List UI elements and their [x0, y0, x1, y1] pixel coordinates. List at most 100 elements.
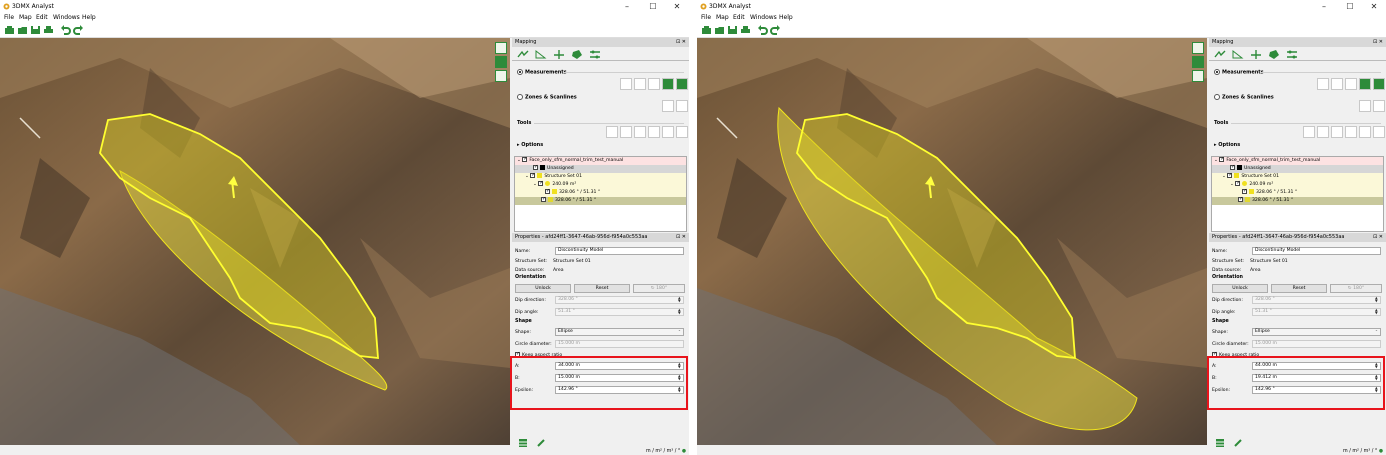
tool-2-button[interactable]: [1317, 126, 1329, 138]
scanline-tool-button[interactable]: [1373, 100, 1385, 112]
open-folder-icon[interactable]: [714, 25, 725, 35]
tool-3-button[interactable]: [1331, 126, 1343, 138]
polyline-tool-button[interactable]: [648, 78, 660, 90]
radio-indicator[interactable]: [517, 69, 523, 75]
menu-windows[interactable]: Windows: [53, 14, 80, 21]
save-icon[interactable]: [30, 25, 41, 35]
line-tool-button[interactable]: [620, 78, 632, 90]
name-input[interactable]: Discontinuity Model: [555, 247, 684, 255]
unlock-button[interactable]: Unlock: [1212, 284, 1268, 293]
redo-icon[interactable]: [770, 25, 781, 35]
tab-settings-icon[interactable]: [588, 49, 602, 60]
close-button[interactable]: ✕: [672, 2, 682, 11]
radio-indicator[interactable]: [1214, 94, 1220, 100]
panel-float-close-icon[interactable]: ⊡ ✕: [676, 38, 686, 47]
spin-arrows-icon[interactable]: ▲ ▼: [678, 296, 682, 303]
layers-icon[interactable]: [1215, 438, 1225, 448]
print-icon[interactable]: [43, 25, 54, 35]
tab-measure-icon[interactable]: [516, 49, 530, 60]
tool-6-button[interactable]: [1373, 126, 1385, 138]
reset-button[interactable]: Reset: [1271, 284, 1327, 293]
layers-icon[interactable]: [518, 438, 528, 448]
checkbox[interactable]: [533, 163, 538, 171]
new-project-icon[interactable]: [701, 25, 712, 35]
point-tool-button[interactable]: [676, 78, 688, 90]
tab-angle-icon[interactable]: [1231, 49, 1245, 60]
panel-float-close-icon[interactable]: ⊡ ✕: [676, 233, 686, 242]
checkbox[interactable]: [1238, 195, 1243, 203]
open-folder-icon[interactable]: [17, 25, 28, 35]
3d-viewport[interactable]: [0, 38, 510, 445]
tool-4-button[interactable]: [1345, 126, 1357, 138]
tab-polygon-icon[interactable]: [1267, 49, 1281, 60]
info-icon[interactable]: ●: [1379, 449, 1383, 454]
menu-map[interactable]: Map: [19, 14, 32, 21]
dip-direction-input[interactable]: 328.06 ° ▲ ▼: [1252, 296, 1381, 304]
menu-windows[interactable]: Windows: [750, 14, 777, 21]
zone-tool-button[interactable]: [662, 100, 674, 112]
circle-diameter-input[interactable]: 15.000 m: [555, 340, 684, 348]
3d-viewport[interactable]: [697, 38, 1207, 445]
tab-measure-icon[interactable]: [1213, 49, 1227, 60]
line-tool-button[interactable]: [1317, 78, 1329, 90]
dip-angle-input[interactable]: 51.31 ° ▲ ▼: [1252, 308, 1381, 316]
tree-row-model[interactable]: ⌄ Face_only_sfm_normal_trim_test_manual: [515, 155, 686, 165]
maximize-button[interactable]: ☐: [648, 2, 658, 11]
tool-1-button[interactable]: [606, 126, 618, 138]
plane-tool-button[interactable]: [662, 78, 674, 90]
undo-icon[interactable]: [757, 25, 768, 35]
checkbox[interactable]: [541, 195, 546, 203]
minimize-button[interactable]: –: [1319, 2, 1329, 11]
dip-direction-input[interactable]: 328.06 ° ▲ ▼: [555, 296, 684, 304]
tree-row-disc-model[interactable]: 328.06 ° / 51.31 °: [1212, 195, 1383, 205]
plane-tool-button[interactable]: [1359, 78, 1371, 90]
checkbox[interactable]: [538, 179, 544, 187]
tree-row-orientation[interactable]: 328.06 ° / 51.31 °: [1212, 187, 1383, 197]
flip-180-button[interactable]: ↻ 180°: [1330, 284, 1382, 293]
reset-button[interactable]: Reset: [574, 284, 630, 293]
dip-angle-input[interactable]: 51.31 ° ▲ ▼: [555, 308, 684, 316]
checkbox[interactable]: [545, 187, 550, 195]
checkbox[interactable]: [522, 155, 528, 163]
options-expander[interactable]: ▸ Options: [1214, 142, 1240, 148]
scanline-tool-button[interactable]: [676, 100, 688, 112]
tab-axes-icon[interactable]: [1249, 49, 1263, 60]
checkbox[interactable]: [1235, 179, 1241, 187]
menu-edit[interactable]: Edit: [36, 14, 48, 21]
tree-row-orientation[interactable]: 328.06 ° / 51.31 °: [515, 187, 686, 197]
shape-select[interactable]: Ellipse ⌄: [1252, 328, 1381, 336]
tree-row-model[interactable]: ⌄ Face_only_sfm_normal_trim_test_manual: [1212, 155, 1383, 165]
pencil-icon[interactable]: [1233, 438, 1243, 448]
minimize-button[interactable]: –: [622, 2, 632, 11]
tree-row-area[interactable]: ⌄ 240.09 m²: [1212, 179, 1383, 189]
name-input[interactable]: Discontinuity Model: [1252, 247, 1381, 255]
unlock-button[interactable]: Unlock: [515, 284, 571, 293]
circle-diameter-input[interactable]: 15.000 m: [1252, 340, 1381, 348]
polyline-tool-button[interactable]: [1345, 78, 1357, 90]
camera-view-icon[interactable]: [1192, 42, 1204, 54]
point-tool-button[interactable]: [1373, 78, 1385, 90]
tool-2-button[interactable]: [620, 126, 632, 138]
tree-row-unassigned[interactable]: Unassigned: [1212, 163, 1383, 173]
tree-row-disc-model[interactable]: 328.06 ° / 51.31 °: [515, 195, 686, 205]
menu-help[interactable]: Help: [82, 14, 96, 21]
spin-arrows-icon[interactable]: ▲ ▼: [1375, 296, 1379, 303]
menu-map[interactable]: Map: [716, 14, 729, 21]
tool-5-button[interactable]: [1359, 126, 1371, 138]
menu-file[interactable]: File: [4, 14, 14, 21]
zones-radio[interactable]: Zones & Scanlines: [517, 94, 577, 101]
checkbox[interactable]: [1242, 187, 1247, 195]
pencil-icon[interactable]: [536, 438, 546, 448]
measurements-radio[interactable]: Measurements: [1214, 69, 1264, 76]
flip-180-button[interactable]: ↻ 180°: [633, 284, 685, 293]
tool-4-button[interactable]: [648, 126, 660, 138]
close-button[interactable]: ✕: [1369, 2, 1379, 11]
redo-icon[interactable]: [73, 25, 84, 35]
zone-tool-button[interactable]: [1359, 100, 1371, 112]
radio-indicator[interactable]: [1214, 69, 1220, 75]
surface-toggle-icon[interactable]: [1192, 56, 1204, 68]
tab-angle-icon[interactable]: [534, 49, 548, 60]
print-icon[interactable]: [740, 25, 751, 35]
tool-1-button[interactable]: [1303, 126, 1315, 138]
panel-float-close-icon[interactable]: ⊡ ✕: [1373, 38, 1383, 47]
